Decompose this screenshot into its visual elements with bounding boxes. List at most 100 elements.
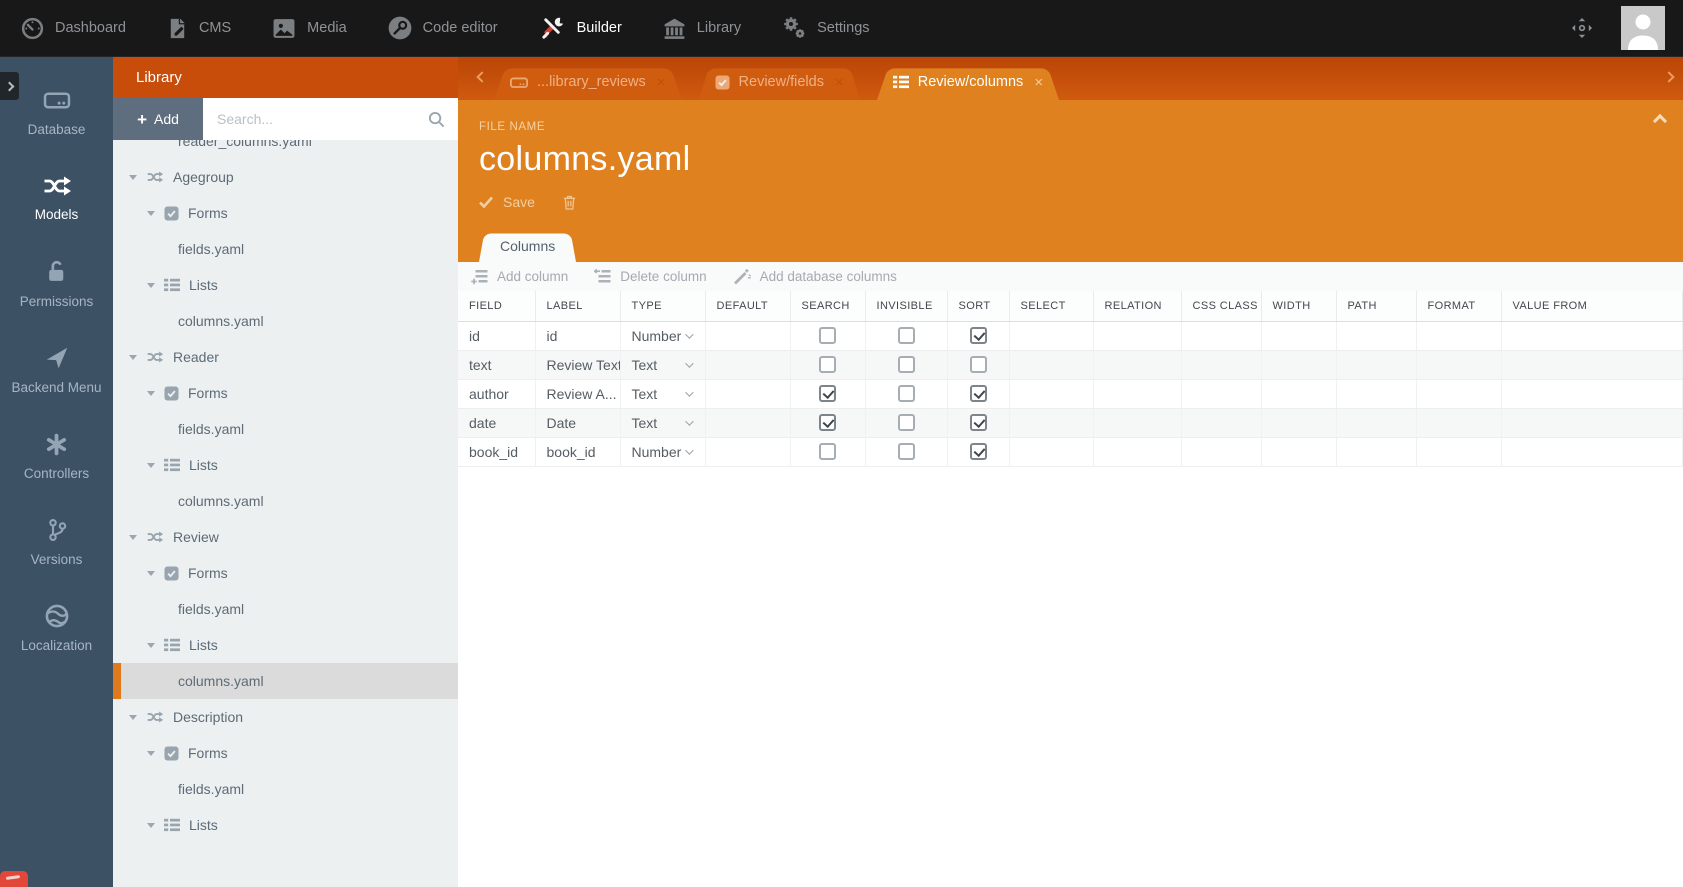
column-header-search[interactable]: SEARCH	[790, 291, 866, 322]
type-select[interactable]: Text	[632, 415, 705, 431]
tab-close-icon[interactable]: ×	[657, 75, 666, 90]
tabs-scroll-right-icon[interactable]	[1663, 71, 1675, 83]
tabs-scroll-left-icon[interactable]	[476, 71, 488, 83]
tree-item-forms[interactable]: Forms	[113, 375, 458, 411]
sidebar-collapse-button[interactable]	[0, 72, 19, 100]
topnav-item-builder[interactable]: Builder	[518, 0, 642, 56]
caret-down-icon[interactable]	[147, 750, 155, 756]
caret-down-icon[interactable]	[129, 714, 137, 720]
column-header-sort[interactable]: SORT	[947, 291, 1010, 322]
tree-item-review[interactable]: Review	[113, 519, 458, 555]
tree-item-description[interactable]: Description	[113, 699, 458, 735]
tree-item-lists[interactable]: Lists	[113, 267, 458, 303]
column-header-select[interactable]: SELECT	[1009, 291, 1094, 322]
tree-item-fields-yaml[interactable]: fields.yaml	[113, 771, 458, 807]
tree-item-columns-yaml[interactable]: columns.yaml	[113, 303, 458, 339]
tab-library-reviews[interactable]: ...library_reviews ×	[494, 64, 682, 100]
reorder-crosshair-icon[interactable]	[1571, 17, 1593, 39]
add-database-columns-button[interactable]: Add database columns	[733, 268, 897, 285]
topnav-item-library[interactable]: Library	[642, 0, 761, 56]
file-actions: Save	[479, 194, 1683, 210]
sidebar-item-permissions[interactable]: Permissions	[0, 241, 113, 327]
tab-columns-section[interactable]: Columns	[479, 230, 576, 262]
caret-down-icon[interactable]	[147, 210, 155, 216]
search-checkbox[interactable]	[819, 414, 836, 432]
column-header-field[interactable]: FIELD	[458, 291, 536, 322]
column-header-label[interactable]: LABEL	[535, 291, 621, 322]
tree-item-fields-yaml[interactable]: fields.yaml	[113, 591, 458, 627]
search-checkbox[interactable]	[819, 443, 836, 461]
sidebar-item-localization[interactable]: Localization	[0, 585, 113, 671]
type-select[interactable]: Number	[632, 328, 705, 344]
caret-down-icon[interactable]	[129, 534, 137, 540]
topnav-item-cms[interactable]: CMS	[146, 0, 251, 56]
sort-checkbox[interactable]	[969, 327, 987, 345]
tree-item-lists[interactable]: Lists	[113, 627, 458, 663]
column-header-default[interactable]: DEFAULT	[705, 291, 791, 322]
column-header-relation[interactable]: RELATION	[1093, 291, 1182, 322]
search-checkbox[interactable]	[819, 385, 836, 403]
tab-close-icon[interactable]: ×	[835, 75, 844, 90]
caret-down-icon[interactable]	[147, 462, 155, 468]
tab-close-icon[interactable]: ×	[1034, 75, 1043, 90]
caret-down-icon[interactable]	[147, 282, 155, 288]
search-checkbox[interactable]	[819, 327, 836, 345]
save-button[interactable]: Save	[479, 194, 535, 210]
topnav-item-media[interactable]: Media	[251, 0, 367, 56]
column-header-type[interactable]: TYPE	[620, 291, 706, 322]
caret-down-icon[interactable]	[147, 570, 155, 576]
topnav-item-dashboard[interactable]: Dashboard	[0, 0, 146, 56]
tree-item-reader[interactable]: Reader	[113, 339, 458, 375]
sidebar-item-models[interactable]: Models	[0, 155, 113, 241]
type-select[interactable]: Text	[632, 386, 705, 402]
tab-review-fields[interactable]: Review/fields ×	[699, 64, 860, 100]
caret-down-icon[interactable]	[147, 390, 155, 396]
caret-down-icon[interactable]	[129, 174, 137, 180]
column-header-format[interactable]: FORMAT	[1416, 291, 1502, 322]
topnav-item-settings[interactable]: Settings	[761, 0, 889, 56]
tree-item-agegroup[interactable]: Agegroup	[113, 159, 458, 195]
caret-down-icon[interactable]	[147, 642, 155, 648]
type-select[interactable]: Text	[632, 357, 705, 373]
sort-checkbox[interactable]	[969, 443, 987, 461]
caret-down-icon[interactable]	[147, 822, 155, 828]
delete-column-button[interactable]: Delete column	[594, 268, 707, 285]
tree-item-forms[interactable]: Forms	[113, 555, 458, 591]
add-column-button[interactable]: Add column	[471, 269, 568, 285]
invisible-checkbox[interactable]	[897, 327, 915, 345]
invisible-checkbox[interactable]	[897, 414, 915, 432]
tree-item-columns-yaml[interactable]: columns.yaml	[113, 483, 458, 519]
tree-item-columns-yaml[interactable]: columns.yaml	[113, 663, 458, 699]
topnav-item-code-editor[interactable]: Code editor	[367, 0, 518, 56]
sort-checkbox[interactable]	[969, 356, 987, 374]
sidebar-item-controllers[interactable]: Controllers	[0, 413, 113, 499]
sidebar-item-versions[interactable]: Versions	[0, 499, 113, 585]
sidebar-item-backend-menu[interactable]: Backend Menu	[0, 327, 113, 413]
invisible-checkbox[interactable]	[897, 443, 915, 461]
user-avatar[interactable]	[1621, 6, 1665, 50]
tree-item-fields-yaml[interactable]: fields.yaml	[113, 411, 458, 447]
add-button[interactable]: + Add	[113, 98, 203, 140]
tree-item-forms[interactable]: Forms	[113, 735, 458, 771]
corner-notification-badge[interactable]	[0, 871, 28, 887]
invisible-checkbox[interactable]	[897, 356, 915, 374]
tree-item-fields-yaml[interactable]: fields.yaml	[113, 231, 458, 267]
column-header-invisible[interactable]: INVISIBLE	[865, 291, 948, 322]
tab-review-columns[interactable]: Review/columns ×	[877, 64, 1059, 100]
column-header-value-from[interactable]: VALUE FROM	[1501, 291, 1683, 322]
search-checkbox[interactable]	[819, 356, 836, 374]
type-select[interactable]: Number	[632, 444, 705, 460]
tree-item-lists[interactable]: Lists	[113, 447, 458, 483]
column-header-width[interactable]: WIDTH	[1261, 291, 1337, 322]
caret-down-icon[interactable]	[129, 354, 137, 360]
tree-item-reader-columns-yaml[interactable]: reader_columns.yaml	[113, 140, 458, 159]
tree-item-lists[interactable]: Lists	[113, 807, 458, 843]
column-header-css-class[interactable]: CSS CLASS	[1181, 291, 1262, 322]
sort-checkbox[interactable]	[969, 414, 987, 432]
delete-file-button[interactable]	[563, 195, 576, 210]
sort-checkbox[interactable]	[969, 385, 987, 403]
column-header-path[interactable]: PATH	[1336, 291, 1417, 322]
search-input[interactable]	[203, 111, 458, 127]
tree-item-forms[interactable]: Forms	[113, 195, 458, 231]
invisible-checkbox[interactable]	[897, 385, 915, 403]
